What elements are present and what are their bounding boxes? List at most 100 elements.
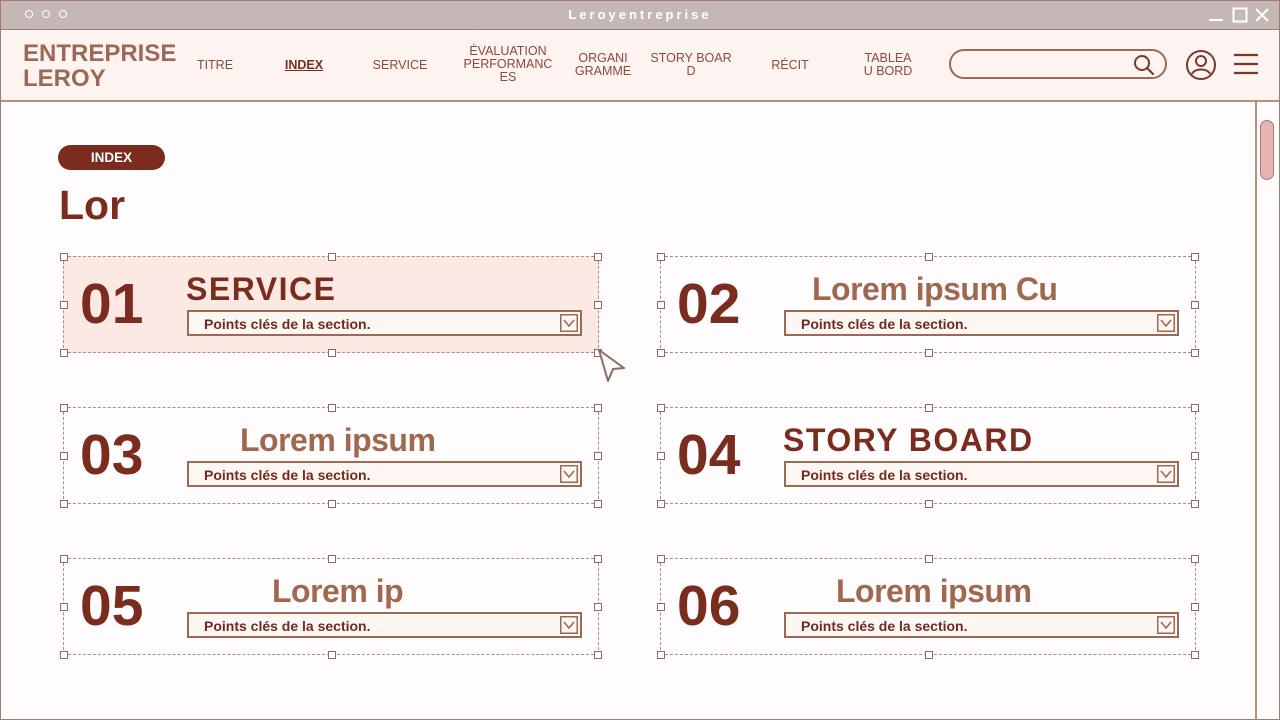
- index-card-01[interactable]: 01 SERVICE Points clés de la section.: [60, 253, 602, 357]
- resize-handle[interactable]: [328, 651, 336, 659]
- scrollbar-thumb[interactable]: [1260, 120, 1274, 180]
- resize-handle[interactable]: [328, 555, 336, 563]
- hamburger-menu-icon[interactable]: [1233, 53, 1259, 75]
- resize-handle[interactable]: [925, 253, 933, 261]
- nav-item-recit[interactable]: RÉCIT: [763, 59, 817, 72]
- resize-handle[interactable]: [60, 349, 68, 357]
- search-field[interactable]: [949, 49, 1167, 79]
- chevron-down-icon[interactable]: [560, 465, 578, 483]
- card-dropdown[interactable]: Points clés de la section.: [784, 461, 1179, 487]
- resize-handle[interactable]: [594, 452, 602, 460]
- resize-handle[interactable]: [657, 651, 665, 659]
- resize-handle[interactable]: [594, 603, 602, 611]
- resize-handle[interactable]: [60, 404, 68, 412]
- card-number: 02: [677, 272, 741, 336]
- nav-item-index[interactable]: INDEX: [273, 59, 335, 72]
- card-title: Lorem ipsum: [240, 422, 436, 458]
- card-title: STORY BOARD: [783, 422, 1034, 458]
- resize-handle[interactable]: [594, 404, 602, 412]
- nav-item-evaluation[interactable]: ÉVALUATION PERFORMANC ES: [461, 45, 555, 84]
- resize-handle[interactable]: [1191, 603, 1199, 611]
- resize-handle[interactable]: [1191, 555, 1199, 563]
- chevron-down-icon[interactable]: [560, 616, 578, 634]
- resize-handle[interactable]: [1191, 349, 1199, 357]
- resize-handle[interactable]: [1191, 404, 1199, 412]
- brand-logo[interactable]: ENTREPRISE LEROY: [23, 41, 176, 91]
- resize-handle[interactable]: [60, 500, 68, 508]
- brand-line-2: LEROY: [23, 65, 106, 92]
- resize-handle[interactable]: [328, 404, 336, 412]
- nav-item-storyboard[interactable]: STORY BOAR D: [646, 52, 736, 78]
- resize-handle[interactable]: [60, 555, 68, 563]
- resize-handle[interactable]: [60, 253, 68, 261]
- nav-item-titre[interactable]: TITRE: [185, 59, 245, 72]
- title-bar: Leroyentreprise: [1, 1, 1279, 30]
- resize-handle[interactable]: [657, 253, 665, 261]
- resize-handle[interactable]: [60, 651, 68, 659]
- dropdown-label: Points clés de la section.: [204, 618, 371, 634]
- card-dropdown[interactable]: Points clés de la section.: [187, 612, 582, 638]
- resize-handle[interactable]: [925, 500, 933, 508]
- chevron-down-icon[interactable]: [1157, 314, 1175, 332]
- chevron-down-icon[interactable]: [560, 314, 578, 332]
- dropdown-label: Points clés de la section.: [204, 467, 371, 483]
- resize-handle[interactable]: [1191, 500, 1199, 508]
- resize-handle[interactable]: [594, 500, 602, 508]
- resize-handle[interactable]: [925, 349, 933, 357]
- card-title: Lorem ipsum Cu: [812, 271, 1058, 307]
- resize-handle[interactable]: [657, 301, 665, 309]
- card-dropdown[interactable]: Points clés de la section.: [187, 461, 582, 487]
- resize-handle[interactable]: [657, 500, 665, 508]
- minimize-icon[interactable]: [1208, 7, 1224, 23]
- user-icon[interactable]: [1185, 49, 1217, 81]
- maximize-icon[interactable]: [1232, 7, 1248, 23]
- nav-item-organigramme[interactable]: ORGANI GRAMME: [567, 52, 639, 78]
- close-icon[interactable]: [1254, 7, 1270, 23]
- resize-handle[interactable]: [657, 349, 665, 357]
- card-dropdown[interactable]: Points clés de la section.: [784, 310, 1179, 336]
- card-title: SERVICE: [186, 271, 337, 307]
- resize-handle[interactable]: [60, 603, 68, 611]
- resize-handle[interactable]: [925, 651, 933, 659]
- resize-handle[interactable]: [594, 301, 602, 309]
- chevron-down-icon[interactable]: [1157, 616, 1175, 634]
- resize-handle[interactable]: [60, 452, 68, 460]
- card-dropdown[interactable]: Points clés de la section.: [187, 310, 582, 336]
- index-card-04[interactable]: 04 STORY BOARD Points clés de la section…: [657, 404, 1199, 508]
- resize-handle[interactable]: [1191, 253, 1199, 261]
- nav-item-tableau-bord[interactable]: TABLEA U BORD: [855, 52, 921, 78]
- index-card-05[interactable]: 05 Lorem ip Points clés de la section.: [60, 555, 602, 659]
- resize-handle[interactable]: [594, 651, 602, 659]
- resize-handle[interactable]: [1191, 301, 1199, 309]
- dropdown-label: Points clés de la section.: [801, 618, 968, 634]
- cursor-arrow-icon: [598, 349, 625, 382]
- resize-handle[interactable]: [328, 253, 336, 261]
- nav-item-service[interactable]: SERVICE: [367, 59, 433, 72]
- card-dropdown[interactable]: Points clés de la section.: [784, 612, 1179, 638]
- card-number: 06: [677, 574, 741, 638]
- resize-handle[interactable]: [1191, 452, 1199, 460]
- resize-handle[interactable]: [328, 349, 336, 357]
- search-icon[interactable]: [1133, 54, 1155, 76]
- resize-handle[interactable]: [594, 253, 602, 261]
- card-number: 03: [80, 423, 144, 487]
- section-badge: INDEX: [58, 145, 165, 170]
- chevron-down-icon[interactable]: [1157, 465, 1175, 483]
- resize-handle[interactable]: [1191, 651, 1199, 659]
- resize-handle[interactable]: [594, 555, 602, 563]
- nav-bar: ENTREPRISE LEROY TITRE INDEX SERVICE ÉVA…: [1, 30, 1279, 102]
- resize-handle[interactable]: [657, 452, 665, 460]
- resize-handle[interactable]: [657, 603, 665, 611]
- resize-handle[interactable]: [925, 404, 933, 412]
- resize-handle[interactable]: [657, 555, 665, 563]
- index-card-02[interactable]: 02 Lorem ipsum Cu Points clés de la sect…: [657, 253, 1199, 357]
- resize-handle[interactable]: [925, 555, 933, 563]
- card-title: Lorem ip: [272, 573, 404, 609]
- resize-handle[interactable]: [60, 301, 68, 309]
- index-card-06[interactable]: 06 Lorem ipsum Points clés de la section…: [657, 555, 1199, 659]
- resize-handle[interactable]: [657, 404, 665, 412]
- resize-handle[interactable]: [328, 500, 336, 508]
- index-card-03[interactable]: 03 Lorem ipsum Points clés de la section…: [60, 404, 602, 508]
- window-title: Leroyentreprise: [568, 7, 712, 22]
- scrollbar-track[interactable]: [1255, 102, 1257, 719]
